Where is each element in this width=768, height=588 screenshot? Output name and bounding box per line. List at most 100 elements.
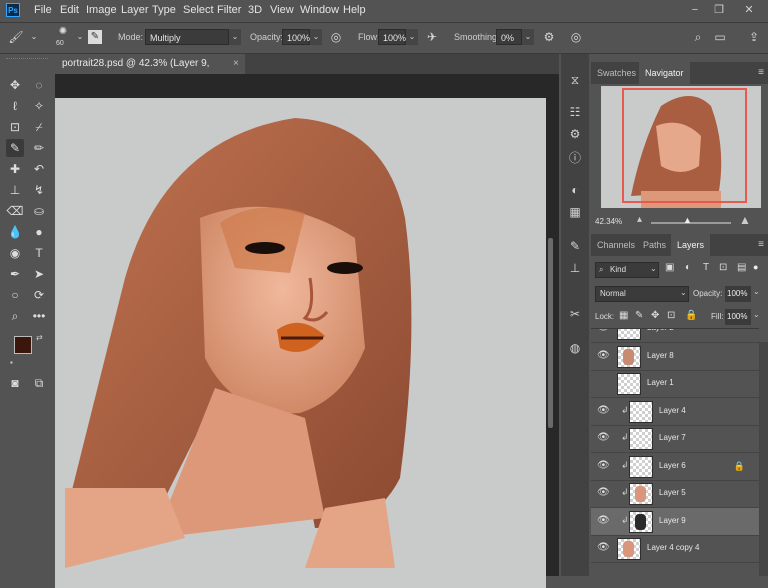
screen-mode-icon[interactable]: ⧉ [30, 374, 48, 392]
layer-name[interactable]: Layer 8 [647, 351, 674, 360]
menu-image[interactable]: Image [86, 4, 117, 16]
tab-layers[interactable]: Layers [671, 234, 711, 256]
layer-name[interactable]: Layer 2 [647, 329, 674, 332]
layer-name[interactable]: Layer 1 [647, 378, 674, 387]
visibility-eye-icon[interactable]: 👁 [597, 432, 610, 444]
chevron-down-icon[interactable]: ⌄ [26, 29, 42, 45]
layer-thumbnail[interactable] [629, 400, 653, 423]
layer-name[interactable]: Layer 7 [659, 433, 686, 442]
more-tools-icon[interactable]: ••• [30, 307, 48, 325]
swap-colors-icon[interactable]: ⇄ [36, 333, 43, 342]
filter-pixel-icon[interactable]: ▣ [665, 262, 674, 273]
menu-view[interactable]: View [270, 4, 294, 16]
magic-wand-tool-icon[interactable]: ✧ [30, 97, 48, 115]
lock-position-icon[interactable]: ✥ [651, 310, 659, 321]
color-icon[interactable]: ◐ [567, 182, 583, 198]
layer-row[interactable]: 👁 Layer 8 [591, 343, 759, 371]
3d-icon[interactable]: ◍ [567, 340, 583, 356]
layer-thumbnail[interactable] [629, 455, 653, 478]
menu-edit[interactable]: Edit [60, 4, 79, 16]
zoom-in-icon[interactable]: ▲ [739, 213, 751, 227]
tab-channels[interactable]: Channels [591, 234, 641, 256]
layer-thumbnail[interactable] [617, 345, 641, 368]
paint-bucket-tool-icon[interactable]: ⛀ [30, 202, 48, 220]
clone-source-icon[interactable]: ⊥ [567, 260, 583, 276]
layer-thumbnail[interactable] [629, 483, 653, 505]
layer-row[interactable]: Layer 1 [591, 370, 759, 398]
layer-thumbnail[interactable] [617, 329, 641, 340]
menu-filter[interactable]: Filter [217, 4, 241, 16]
mode-dropdown-icon[interactable]: ⌄ [229, 29, 241, 45]
pressure-size-icon[interactable]: ◎ [568, 29, 584, 45]
filter-adjustment-icon[interactable]: ◐ [685, 262, 691, 273]
lock-artboard-icon[interactable]: ⊡ [667, 310, 675, 321]
layers-scrollbar[interactable] [759, 342, 768, 576]
layer-name[interactable]: Layer 6 [659, 461, 686, 470]
quick-mask-icon[interactable]: ◙ [6, 374, 24, 392]
visibility-eye-icon[interactable]: 👁 [597, 460, 610, 472]
zoom-out-icon[interactable]: ▴ [637, 214, 642, 225]
flow-dropdown-icon[interactable]: ⌄ [406, 29, 418, 45]
chevron-down-icon[interactable]: ⌄ [753, 310, 760, 319]
opacity-dropdown-icon[interactable]: ⌄ [310, 29, 322, 45]
artwork-canvas[interactable] [55, 98, 546, 588]
layer-opacity-input[interactable]: 100% [725, 286, 751, 302]
share-icon[interactable]: ⇪ [746, 29, 762, 45]
smoothing-input[interactable]: 0% [496, 29, 522, 45]
path-selection-tool-icon[interactable]: ➤ [30, 265, 48, 283]
navigator-zoom-value[interactable]: 42.34% [595, 217, 622, 226]
menu-help[interactable]: Help [343, 4, 366, 16]
brush-preset-icon[interactable]: ✺ [54, 26, 72, 40]
visibility-eye-icon[interactable]: 👁 [597, 405, 610, 417]
brush-settings-icon[interactable]: ✎ [88, 30, 102, 44]
menu-file[interactable]: File [34, 4, 52, 16]
search-icon[interactable]: ⌕ [690, 29, 706, 45]
fill-input[interactable]: 100% [725, 309, 751, 325]
layer-name[interactable]: Layer 4 [659, 406, 686, 415]
layer-row[interactable]: 👁 ↲ Layer 9 [591, 507, 759, 536]
chevron-down-icon[interactable]: ⌄ [72, 29, 88, 45]
toolbar-grip[interactable] [6, 58, 48, 63]
visibility-eye-icon[interactable]: 👁 [597, 329, 610, 334]
brush-tool-icon[interactable]: 🖌 [8, 29, 24, 45]
brush-tool-icon[interactable]: ✎ [6, 139, 24, 157]
visibility-eye-icon[interactable] [597, 377, 609, 389]
tool-presets-icon[interactable]: ✂ [567, 306, 583, 322]
dodge-tool-icon[interactable]: ● [30, 223, 48, 241]
minimize-button[interactable]: − [684, 2, 706, 18]
visibility-eye-icon[interactable]: 👁 [597, 542, 610, 554]
layer-filter-select[interactable]: ⌕ Kind ⌄ [595, 262, 659, 278]
visibility-eye-icon[interactable]: 👁 [597, 487, 610, 499]
move-tool-icon[interactable]: ✥ [6, 76, 24, 94]
menu-select[interactable]: Select [183, 4, 214, 16]
layer-row[interactable]: 👁 Layer 4 copy 4 [591, 535, 759, 563]
styles-icon[interactable]: ▦ [567, 204, 583, 220]
marquee-tool-icon[interactable]: ◌ [30, 76, 48, 94]
layer-thumbnail[interactable] [629, 510, 653, 533]
panel-menu-icon[interactable]: ≡ [758, 67, 764, 78]
close-tab-icon[interactable]: × [233, 54, 239, 74]
layer-row[interactable]: 👁 ↲ Layer 4 [591, 398, 759, 426]
adjustments-icon[interactable]: ☷ [567, 104, 583, 120]
workspace-icon[interactable]: ▭ [712, 29, 728, 45]
menu-window[interactable]: Window [300, 4, 339, 16]
menu-3d[interactable]: 3D [248, 4, 262, 16]
healing-brush-tool-icon[interactable]: ✚ [6, 160, 24, 178]
restore-button[interactable]: ❐ [708, 2, 730, 18]
ellipse-tool-icon[interactable]: ○ [6, 286, 24, 304]
tab-swatches[interactable]: Swatches [591, 62, 642, 84]
chevron-down-icon[interactable]: ⌄ [753, 287, 760, 296]
rotate-view-tool-icon[interactable]: ⟳ [30, 286, 48, 304]
type-tool-icon[interactable]: T [30, 244, 48, 262]
visibility-eye-icon[interactable]: 👁 [597, 515, 610, 527]
default-colors-icon[interactable]: ▪ [10, 358, 13, 367]
layer-row[interactable]: 👁 ↲ Layer 7 [591, 425, 759, 453]
filter-smart-object-icon[interactable]: ▤ [737, 262, 746, 273]
navigator-view-box[interactable] [622, 88, 747, 203]
gear-icon[interactable]: ⚙ [541, 29, 557, 45]
lock-transparent-icon[interactable]: ▦ [619, 310, 628, 321]
layer-name[interactable]: Layer 9 [659, 516, 686, 525]
tab-paths[interactable]: Paths [637, 234, 672, 256]
crop-tool-icon[interactable]: ⊡ [6, 118, 24, 136]
blur-tool-icon[interactable]: 💧 [6, 223, 24, 241]
